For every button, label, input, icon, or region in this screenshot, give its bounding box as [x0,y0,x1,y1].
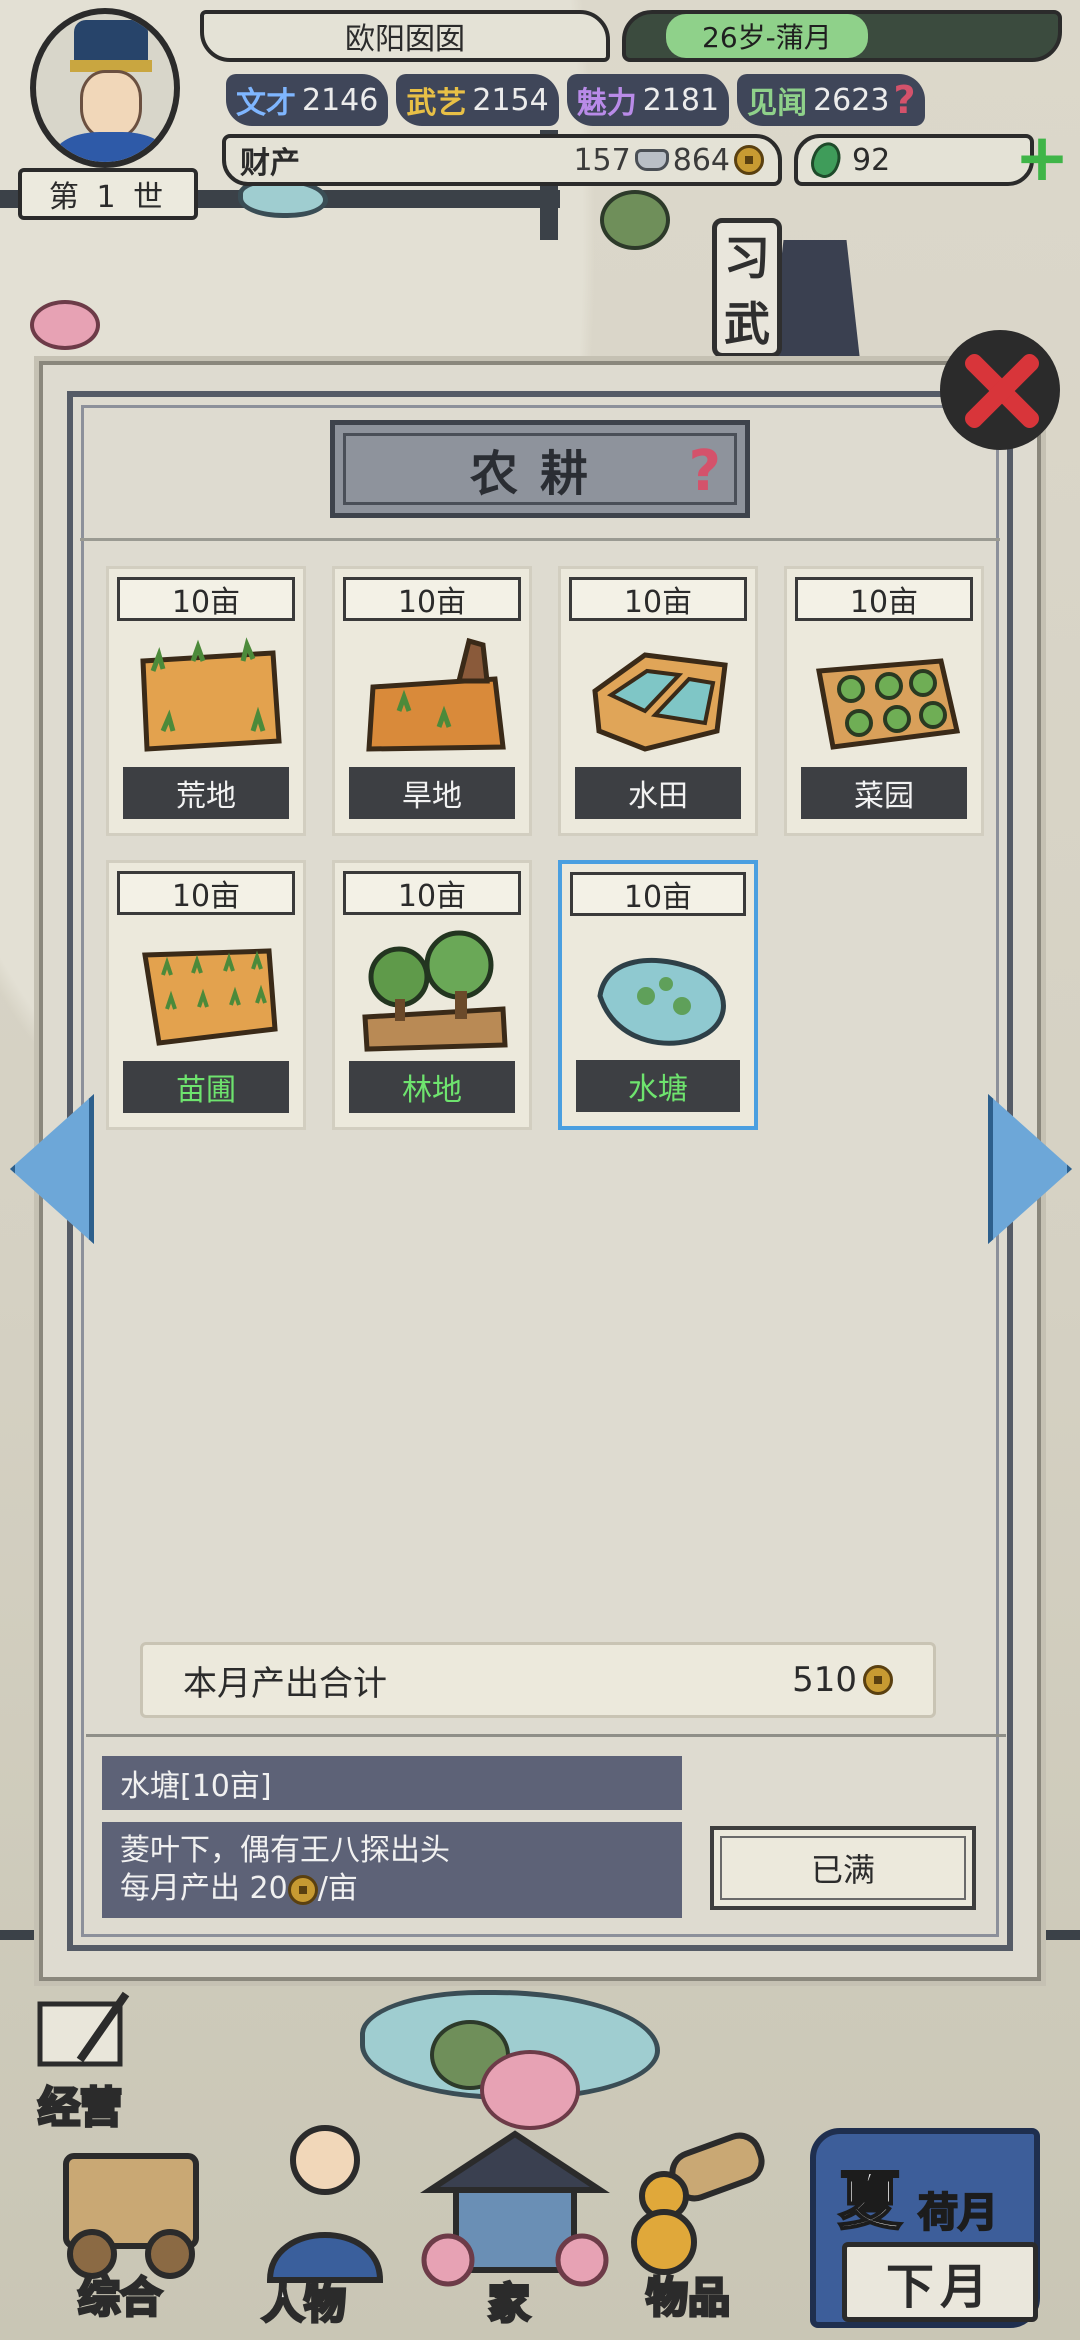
land-name: 林地 [349,1061,515,1113]
land-card-caiyuan[interactable]: 10亩 菜园 [784,566,984,836]
full-button[interactable]: 已满 [710,1826,976,1910]
land-name: 菜园 [801,767,967,819]
output-label: 本月产出合计 [183,1663,387,1704]
land-card-shuitang[interactable]: 10亩 水塘 [558,860,758,1130]
land-card-huangdi[interactable]: 10亩 荒地 [106,566,306,836]
question-icon[interactable]: ? [689,439,721,504]
player-avatar[interactable] [30,8,180,168]
panel-title: 农耕 [469,446,610,502]
land-name: 水田 [575,767,741,819]
house-icon [420,2130,610,2287]
map-blossom-tree [30,300,100,350]
land-size: 10亩 [343,577,521,621]
age-season-text: 26岁-蒲月 [666,14,868,58]
detail-output-suffix: /亩 [317,1871,358,1906]
land-name: 荒地 [123,767,289,819]
stats-help-icon[interactable]: ? [893,78,915,122]
land-detail-description: 菱叶下，偶有王八探出头 每月产出 20/亩 [102,1822,682,1918]
next-month-button[interactable]: 下月 [842,2242,1038,2322]
monthly-output-bar: 本月产出合计 510 [140,1642,936,1718]
copper-coin-icon [734,145,764,175]
season-label: 夏 [837,2163,903,2240]
detail-output-prefix: 每月产出 20 [120,1871,288,1906]
stat-jianwen: 见闻 2623 ? [737,74,926,126]
nursery-icon [142,948,278,1046]
land-size: 10亩 [570,872,746,916]
month-label: 荷月 [917,2188,999,2237]
silver-ingot-icon [634,149,669,171]
map-sign-char: 武 [724,297,770,351]
stat-value: 2154 [472,82,549,118]
person-icon [266,2125,384,2283]
jade-bar: 92 [794,134,1034,186]
pond-icon [597,957,726,1046]
stats-row: 文才 2146 武艺 2154 魅力 2181 见闻 2623 ? [226,74,1076,126]
land-size: 10亩 [117,871,295,915]
map-blossom-tree [480,2050,580,2130]
nav-jia[interactable]: 家 [486,2270,531,2331]
copper-amount: 864 [672,142,730,178]
wealth-label: 财产 [240,146,300,181]
generation-badge: 第 1 世 [18,168,198,220]
avatar-robe [54,132,168,162]
stat-wencai: 文才 2146 [226,74,389,126]
output-value-group: 510 [792,1660,893,1700]
stat-wuyi: 武艺 2154 [396,74,559,126]
detail-desc-line: 菱叶下，偶有王八探出头 [120,1833,450,1868]
wealth-values: 157 864 [573,143,764,178]
map-house-roof [770,240,860,360]
land-size: 10亩 [795,577,973,621]
dryland-icon [366,637,506,752]
land-size: 10亩 [569,577,747,621]
land-card-shuitian[interactable]: 10亩 水田 [558,566,758,836]
vegetable-garden-icon [816,658,961,750]
wasteland-icon [140,637,282,752]
output-value: 510 [792,1660,857,1700]
detail-output-line: 每月产出 20/亩 [120,1870,664,1908]
silver-amount: 157 [573,142,631,178]
wealth-bar: 财产 157 864 [222,134,782,186]
nav-jingying[interactable]: 经营 [36,2074,123,2135]
paddy-field-icon [592,652,728,752]
copper-coin-icon [287,1874,318,1905]
stat-label: 见闻 [747,86,808,121]
land-name: 苗圃 [123,1061,289,1113]
woodland-icon [362,930,508,1052]
stat-value: 2146 [302,82,379,118]
land-name: 水塘 [576,1060,740,1112]
gourd-scroll-icon [631,2132,765,2275]
avatar-face [80,70,142,140]
stat-meili: 魅力 2181 [566,74,730,126]
land-size: 10亩 [343,871,521,915]
jade-icon [806,138,846,182]
land-card-miaopu[interactable]: 10亩 苗圃 [106,860,306,1130]
stat-label: 魅力 [576,86,637,121]
stat-label: 武艺 [406,86,467,121]
nav-zonghe[interactable]: 综合 [76,2264,163,2325]
jade-amount: 92 [852,142,891,178]
nav-wupin[interactable]: 物品 [644,2264,731,2325]
map-sign-xiwu: 习 武 [712,218,782,358]
land-name: 旱地 [349,767,515,819]
panel-title-box: 农耕 ? [330,420,750,518]
nav-renwu[interactable]: 人物 [260,2270,347,2331]
close-button[interactable] [940,330,1060,450]
stat-label: 文才 [236,86,296,121]
stat-value: 2181 [642,82,720,118]
land-detail-title: 水塘[10亩] [102,1756,682,1810]
copper-coin-icon [863,1665,893,1695]
top-hud: 第 1 世 欧阳囡囡 26岁-蒲月 文才 2146 武艺 2154 魅力 218… [0,0,1080,220]
title-divider [80,538,1000,541]
land-size: 10亩 [117,577,295,621]
land-card-lindi[interactable]: 10亩 林地 [332,860,532,1130]
player-name: 欧阳囡囡 [200,10,610,62]
stat-value: 2623 [813,82,890,118]
add-currency-button[interactable]: + [1012,125,1072,191]
land-card-handi[interactable]: 10亩 旱地 [332,566,532,836]
age-season-bar: 26岁-蒲月 [622,10,1062,62]
map-sign-char: 习 [724,231,770,285]
scroll-brush-icon [37,1991,130,2067]
